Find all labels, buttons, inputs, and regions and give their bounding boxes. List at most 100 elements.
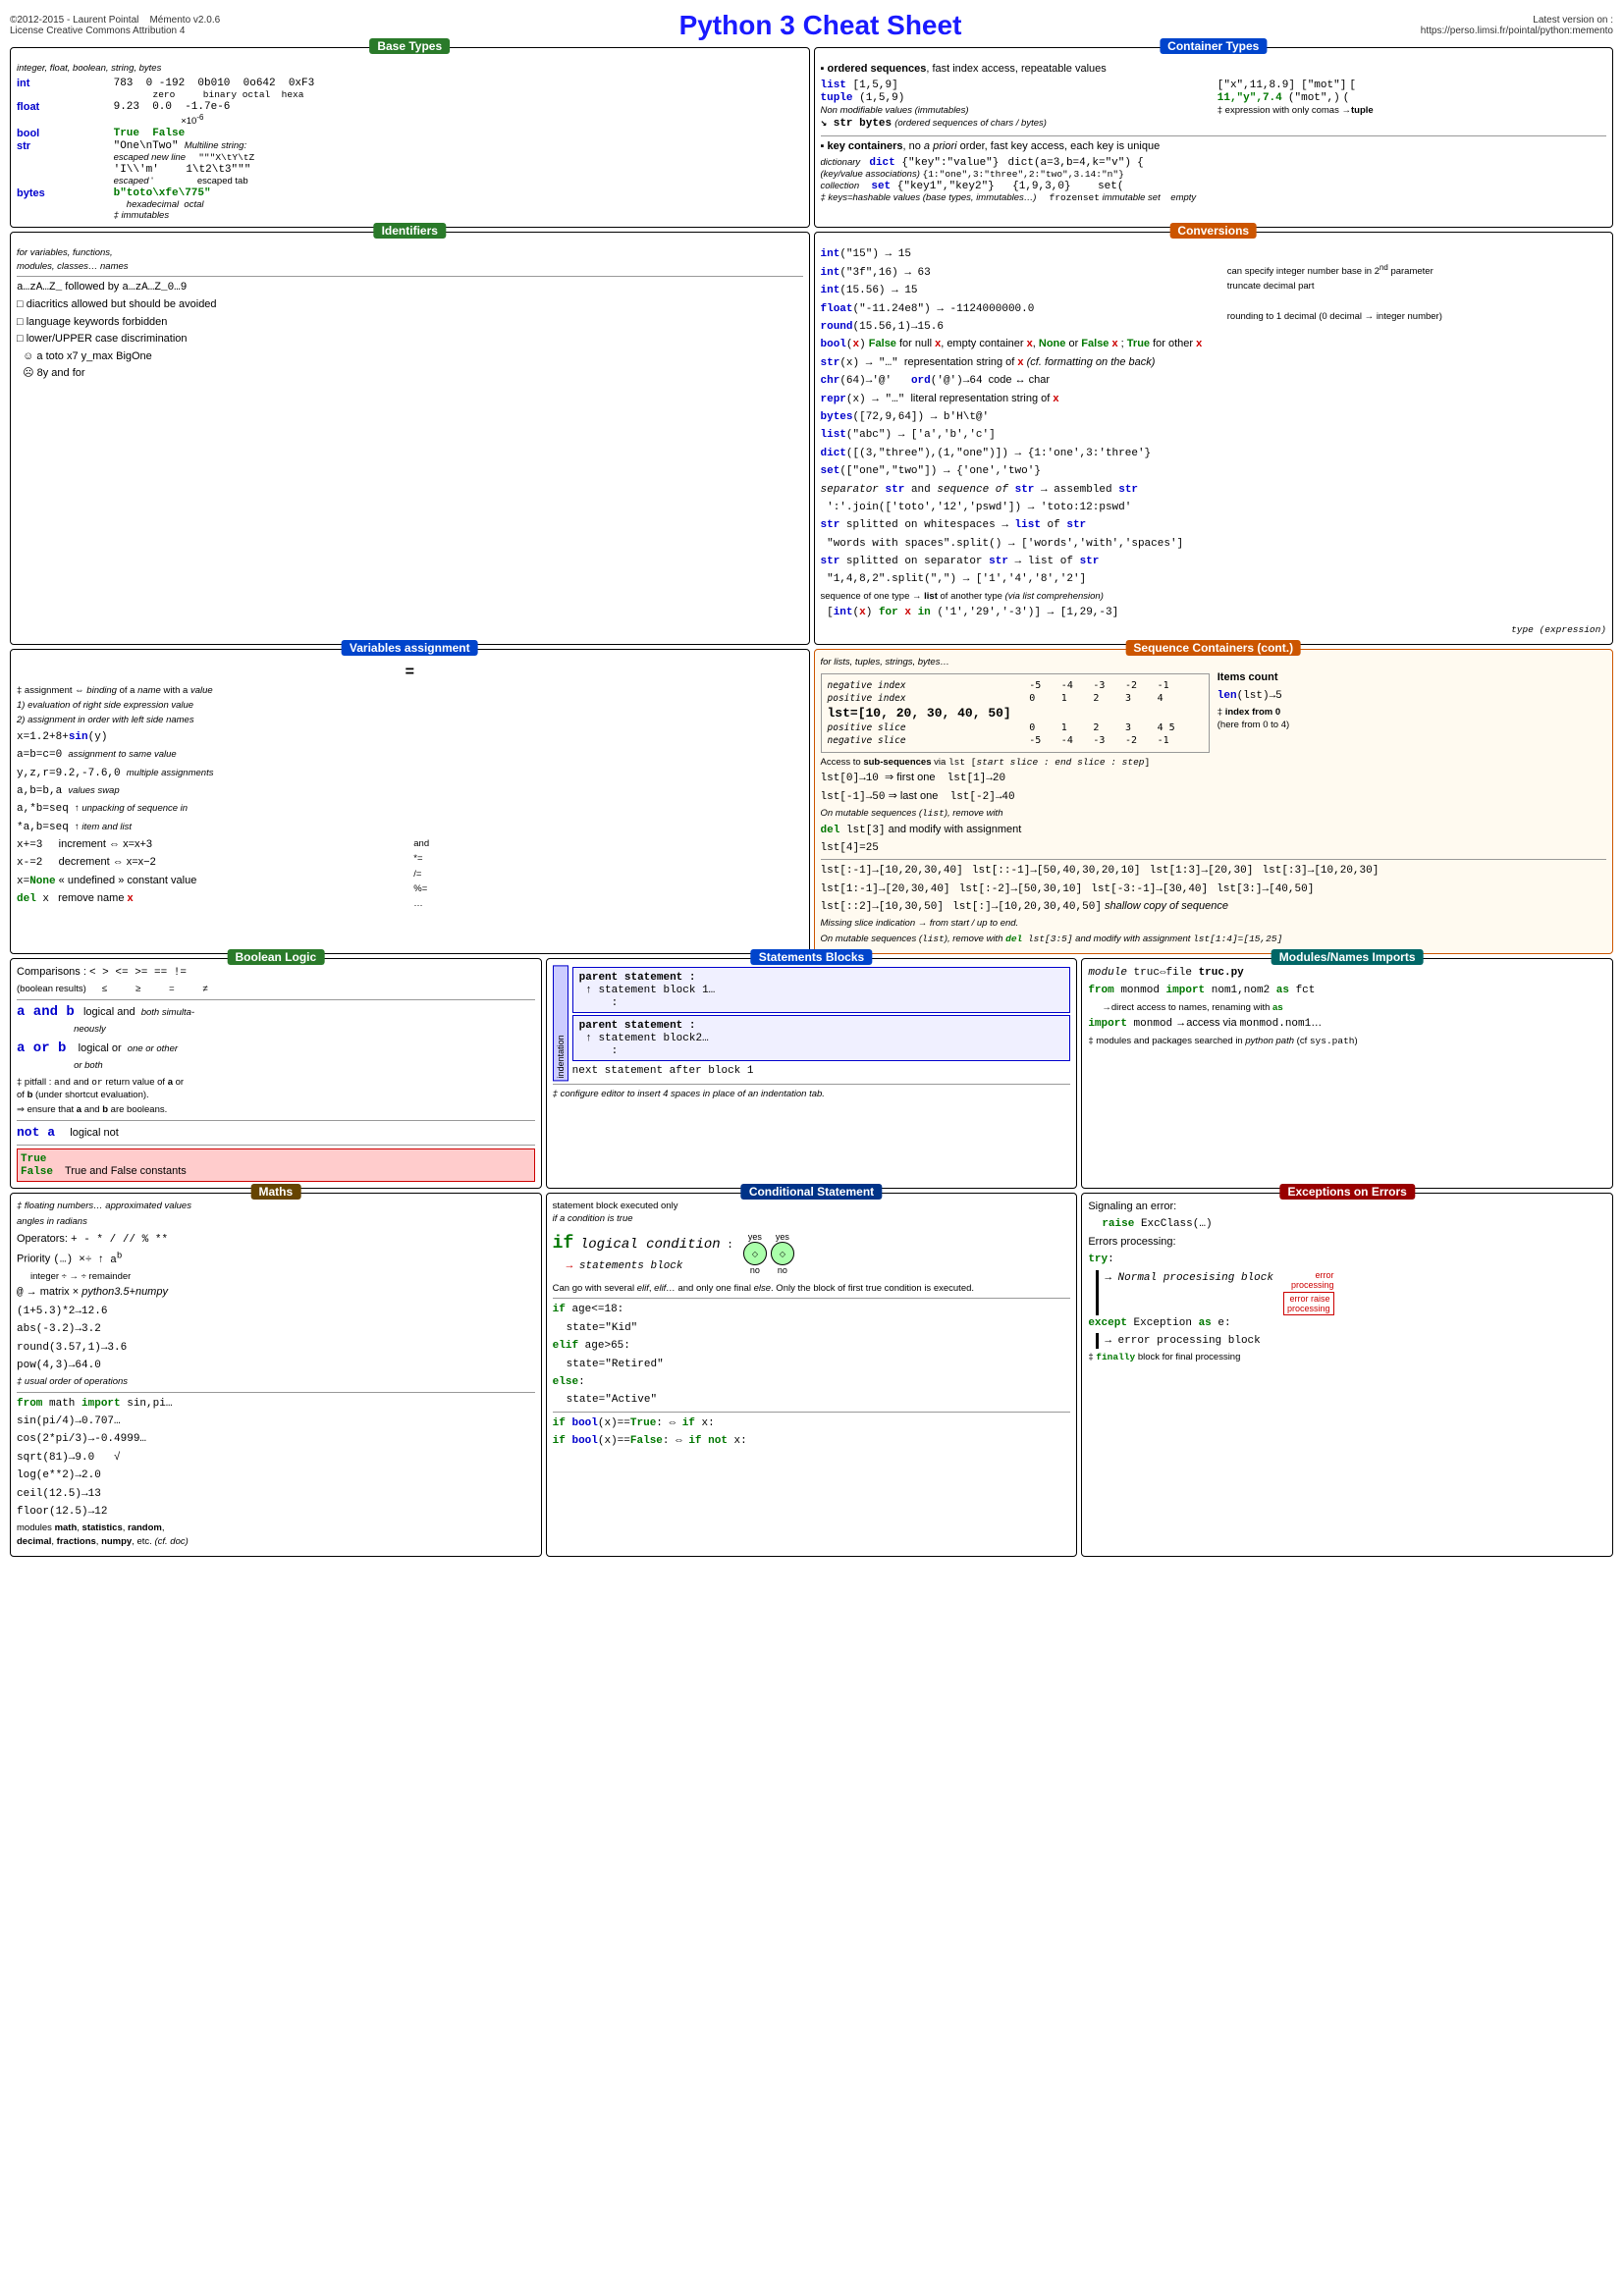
container-types-title: Container Types [1160, 38, 1267, 54]
variables-title: Variables assignment [342, 640, 478, 656]
items-count-label: Items count [1217, 670, 1606, 685]
statements-title: Statements Blocks [751, 949, 872, 965]
cos: cos(2*pi/3)→-0.4999… [17, 1431, 535, 1447]
parent-stmt1: parent statement : ↑ statement block 1… … [572, 967, 1071, 1013]
variables-section: Variables assignment = ‡ assignment ⇔ bi… [10, 649, 810, 954]
direct-access: →direct access to names, renaming with a… [1088, 1001, 1606, 1014]
assign-ex1: x=1.2+8+sin(y) [17, 729, 803, 745]
operators: Operators: + - * / // % ** [17, 1232, 535, 1248]
matrix-op: @ → matrix × python3.5+numpy [17, 1285, 535, 1301]
conditional-title: Conditional Statement [741, 1184, 882, 1200]
math-ex3: round(3.57,1)→3.6 [17, 1340, 535, 1356]
comparisons: Comparisons : < > <= >= == != [17, 965, 535, 981]
maths-subtitle2: angles in radians [17, 1214, 535, 1229]
id-rule4: □ lower/UPPER case discrimination [17, 332, 803, 347]
conversions-grid: int("15") → 15 int("3f",16) → 63 int(15.… [821, 246, 1607, 622]
sin: sin(pi/4)→0.707… [17, 1414, 535, 1429]
augmented-assign: x+=3 increment ⇔ x=x+3 x-=2 decrement ⇔ … [17, 837, 803, 912]
row2: Identifiers for variables, functions,mod… [10, 232, 1613, 644]
ensure: ⇒ ensure that a and b are booleans. [17, 1103, 535, 1116]
math-ex1: (1+5.3)*2→12.6 [17, 1304, 535, 1319]
page-header: ©2012-2015 - Laurent Pointal Mémento v2.… [10, 10, 1613, 41]
seq-cont-title2: Sequence Containers (cont.) [1125, 640, 1301, 656]
or-op: a or b logical or one or other or both [17, 1040, 535, 1074]
try-stmt: try: [1088, 1252, 1606, 1267]
missing-slice: Missing slice indication → from start / … [821, 917, 1607, 930]
dict-row: dictionary dict {"key":"value"} dict(a=3… [821, 156, 1607, 169]
except-stmt: except Exception as e: [1088, 1315, 1606, 1331]
math-modules: modules math, statistics, random,decimal… [17, 1522, 535, 1548]
conditional-section: Conditional Statement statement block ex… [546, 1193, 1078, 1557]
bool-shorthand: if bool(x)==True: ⇔ if x: if bool(x)==Fa… [553, 1415, 1071, 1450]
assign-ex3: y,z,r=9.2,-7.6,0 multiple assignments [17, 766, 803, 781]
module-truc: module truc⇔file truc.py [1088, 965, 1606, 981]
from-import: from monmod import nom1,nom2 as fct [1088, 983, 1606, 998]
set-row: collection set {"key1","key2"} {1,9,3,0}… [821, 180, 1607, 192]
seq-info: negative index-5-4-3-2-1 positive index0… [821, 670, 1607, 771]
mutable-del-assign: On mutable sequences (list), remove with… [821, 933, 1607, 945]
log: log(e**2)→2.0 [17, 1468, 535, 1483]
dict-note: (key/value associations) {1:"one",3:"thr… [821, 169, 1607, 180]
math-ex4: pow(4,3)→64.0 [17, 1358, 535, 1373]
header-right: Latest version on : https://perso.limsi.… [1421, 15, 1613, 36]
elif-note: Can go with several elif, elif… and only… [553, 1282, 1071, 1295]
assign-rule2: 2) assignment in order with left side na… [17, 714, 803, 726]
row3: Variables assignment = ‡ assignment ⇔ bi… [10, 649, 1613, 954]
id-good: ☺ a toto x7 y_max BigOne [17, 349, 803, 364]
indentation-label: indentation [553, 965, 568, 1081]
exceptions-title: Exceptions on Errors [1279, 1184, 1414, 1200]
import-monmod: import monmod →access via monmod.nom1… [1088, 1016, 1606, 1032]
mutable-remove: On mutable sequences (list), remove with [821, 807, 1607, 820]
slice-examples: lst[:-1]→[10,20,30,40] lst[::-1]→[50,40,… [821, 863, 1607, 945]
ordered-sequences-header: ▪ ordered sequences, fast index access, … [821, 62, 1607, 77]
next-stmt: next statement after block 1 [572, 1063, 1071, 1079]
conversions-section: Conversions int("15") → 15 int("3f",16) … [814, 232, 1614, 644]
assign-ex4: a,b=b,a values swap [17, 783, 803, 799]
header-left: ©2012-2015 - Laurent Pointal Mémento v2.… [10, 15, 220, 36]
priority: Priority (…) ×÷ ↑ ab [17, 1250, 535, 1268]
sequences-grid: list [1,5,9] tuple (1,5,9) Non modifiabl… [821, 79, 1607, 116]
maths-section: Maths ‡ floating numbers… approximated v… [10, 1193, 542, 1557]
row5: Maths ‡ floating numbers… approximated v… [10, 1193, 1613, 1557]
indexing-examples: lst[0]→10 ⇒ first one lst[1]→20 lst[-1]→… [821, 771, 1607, 856]
assign-ex5: a,*b=seq ↑ unpacking of sequence in [17, 801, 803, 817]
modules-title: Modules/Names Imports [1271, 949, 1424, 965]
cond-desc: statement block executed onlyif a condit… [553, 1200, 1071, 1226]
conversions-title: Conversions [1169, 223, 1257, 239]
assign-rule1: 1) evaluation of right side expression v… [17, 699, 803, 712]
row1: Base Types integer, float, boolean, stri… [10, 47, 1613, 228]
if-age-example: if age<=18: state="Kid" elif age>65: sta… [553, 1302, 1071, 1408]
sequence-placeholder: Sequence Containers (cont.) for lists, t… [814, 649, 1614, 954]
base-types-section: Base Types integer, float, boolean, stri… [10, 47, 810, 228]
container-types-section: Container Types ▪ ordered sequences, fas… [814, 47, 1614, 228]
pitfall: ‡ pitfall : and and or return value of a… [17, 1076, 535, 1102]
maths-subtitle: ‡ floating numbers… approximated values [17, 1200, 535, 1212]
key-containers-header: ▪ key containers, no a priori order, fas… [821, 139, 1607, 154]
boolean-title: Boolean Logic [227, 949, 324, 965]
index-table: negative index-5-4-3-2-1 positive index0… [821, 673, 1210, 753]
base-types-subtitle: integer, float, boolean, string, bytes [17, 62, 803, 75]
editor-note: ‡ configure editor to insert 4 spaces in… [553, 1088, 1071, 1100]
stmt-content: indentation parent statement : ↑ stateme… [553, 965, 1071, 1081]
page-title: Python 3 Cheat Sheet [220, 10, 1421, 41]
exceptions-section: Exceptions on Errors Signaling an error:… [1081, 1193, 1613, 1557]
modules-section: Modules/Names Imports module truc⇔file t… [1081, 958, 1613, 1189]
seq-for: for lists, tuples, strings, bytes… [821, 656, 1607, 668]
identifiers-subtitle: for variables, functions,modules, classe… [17, 246, 803, 273]
str-bytes-note: ↘ str bytes (ordered sequences of chars … [821, 116, 1607, 132]
signaling: Signaling an error: [1088, 1200, 1606, 1214]
modules-path: ‡ modules and packages searched in pytho… [1088, 1035, 1606, 1047]
from-math: from math import sin,pi… [17, 1396, 535, 1412]
maths-title: Maths [250, 1184, 300, 1200]
frozenset-note: ‡ keys=hashable values (base types, immu… [821, 192, 1607, 203]
assign-desc: ‡ assignment ⇔ binding of a name with a … [17, 684, 803, 697]
id-rule1: a…zA…Z_ followed by a…zA…Z_0…9 [17, 280, 803, 295]
math-ex2: abs(-3.2)→3.2 [17, 1321, 535, 1337]
boolean-section: Boolean Logic Comparisons : < > <= >= ==… [10, 958, 542, 1189]
except-block: → error processing block [1096, 1333, 1606, 1349]
base-types-title: Base Types [369, 38, 450, 54]
raise-stmt: raise ExcClass(…) [1088, 1216, 1606, 1232]
parent-stmt2: parent statement : ↑ statement block2… : [572, 1015, 1071, 1061]
id-rule2: □ diacritics allowed but should be avoid… [17, 297, 803, 312]
true-false-box: TrueFalse True and False constants [17, 1148, 535, 1182]
